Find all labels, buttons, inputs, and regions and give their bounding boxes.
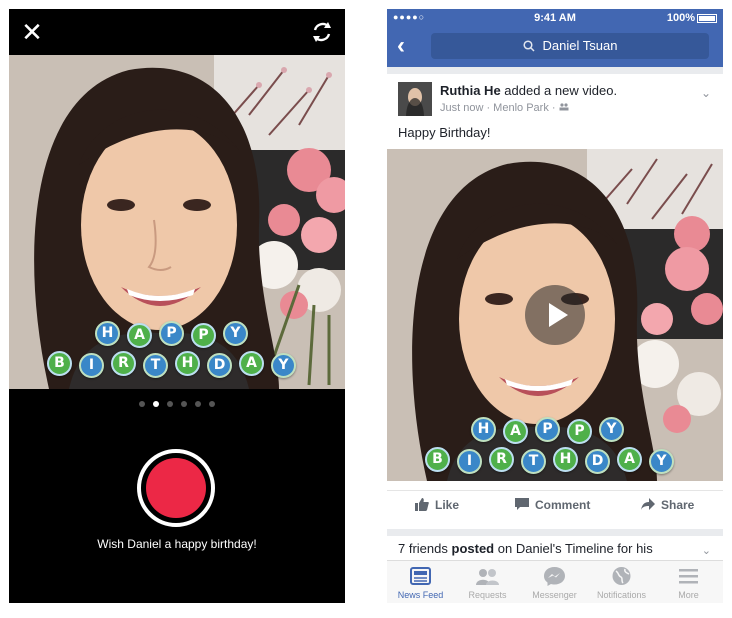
comment-button[interactable]: Comment	[515, 498, 590, 512]
share-button[interactable]: Share	[641, 498, 694, 512]
battery-icon	[697, 14, 717, 23]
letter-bubble: A	[503, 419, 528, 444]
letter-bubble: A	[617, 447, 642, 472]
play-icon[interactable]	[525, 285, 585, 345]
letter-bubble: Y	[649, 449, 674, 474]
camera-screen: ✕ H A P P Y B I R T H D A Y Wish Daniel …	[9, 9, 345, 603]
friends-rest: on Daniel's Timeline for his	[497, 541, 653, 556]
story-chevron-icon[interactable]: ⌄	[702, 544, 711, 557]
camera-caption: Wish Daniel a happy birthday!	[97, 537, 257, 551]
post-meta: Just now · Menlo Park ·	[440, 102, 569, 114]
record-button[interactable]	[137, 449, 215, 527]
search-icon	[522, 40, 535, 52]
tab-label: News Feed	[397, 590, 444, 600]
letter-bubble: Y	[599, 417, 624, 442]
search-value: Daniel Tsuan	[542, 38, 618, 53]
post-options-chevron-icon[interactable]: ⌄	[701, 86, 711, 100]
globe-icon	[612, 567, 631, 585]
letter-bubble: T	[521, 449, 546, 474]
letter-bubble: A	[239, 351, 264, 376]
feed-post: Ruthia He added a new video. Just now · …	[387, 74, 723, 529]
letter-bubble: D	[207, 353, 232, 378]
thumbs-up-icon	[415, 498, 429, 511]
letter-bubble: I	[457, 449, 482, 474]
news-feed-icon	[410, 567, 431, 585]
letter-bubble: H	[471, 417, 496, 442]
letter-bubble: P	[535, 417, 560, 442]
letter-bubble: P	[191, 323, 216, 348]
tab-label: Notifications	[596, 590, 647, 600]
letter-bubble: D	[585, 449, 610, 474]
avatar-image	[398, 82, 432, 116]
post-actions: Like Comment Share	[387, 490, 723, 522]
record-button-fill	[146, 458, 206, 518]
letter-bubble: B	[425, 447, 450, 472]
comment-icon	[515, 498, 529, 510]
letter-bubble: T	[143, 353, 168, 378]
page-dot	[181, 401, 187, 407]
letter-bubble: P	[159, 321, 184, 346]
camera-topbar: ✕	[9, 9, 345, 55]
tab-notifications[interactable]: Notifications	[588, 565, 655, 600]
tab-messenger[interactable]: Messenger	[521, 565, 588, 600]
letter-bubble: P	[567, 419, 592, 444]
letter-bubble: Y	[271, 353, 296, 378]
like-button[interactable]: Like	[415, 498, 459, 512]
letter-bubble: I	[79, 353, 104, 378]
tab-label: Requests	[468, 590, 507, 600]
tab-news-feed[interactable]: News Feed	[387, 565, 454, 600]
letter-bubble: H	[553, 447, 578, 472]
comment-label: Comment	[535, 498, 591, 512]
letter-bubble: B	[47, 351, 72, 376]
page-dot	[167, 401, 173, 407]
post-meta-text: Just now · Menlo Park ·	[440, 102, 559, 114]
post-video[interactable]: HAPPYBIRTHDAY	[387, 149, 723, 481]
filter-page-dots[interactable]	[9, 401, 345, 407]
camera-preview: HAPPYBIRTHDAY	[9, 55, 345, 389]
share-label: Share	[661, 498, 695, 512]
messenger-icon	[544, 567, 565, 586]
post-action: added a new video.	[504, 83, 618, 98]
close-icon[interactable]: ✕	[19, 19, 45, 45]
page-dot	[195, 401, 201, 407]
page-dot	[139, 401, 145, 407]
friends-count: 7 friends	[398, 541, 448, 556]
tab-label: More	[678, 590, 699, 600]
author-name[interactable]: Ruthia He	[440, 83, 501, 98]
like-label: Like	[435, 498, 460, 512]
letter-bubble: R	[111, 351, 136, 376]
back-chevron-icon[interactable]: ‹	[397, 33, 405, 59]
letter-bubble: H	[175, 351, 200, 376]
switch-camera-icon[interactable]	[309, 19, 335, 45]
share-arrow-icon	[641, 498, 655, 510]
menu-icon	[679, 569, 698, 584]
bottom-tab-bar: News Feed Requests Messenger Notificatio…	[387, 560, 723, 603]
news-feed-screen: ●●●●○ 9:41 AM 100% ‹ Daniel Tsuan Ruthia…	[387, 9, 723, 603]
author-avatar[interactable]	[398, 82, 432, 116]
top-navbar: ‹ Daniel Tsuan	[387, 27, 723, 67]
post-headline: Ruthia He added a new video.	[440, 83, 617, 98]
page-dot	[153, 401, 159, 407]
letter-bubble: R	[489, 447, 514, 472]
friend-requests-icon	[476, 569, 499, 585]
battery-percent: 100%	[666, 12, 695, 24]
letter-bubble: A	[127, 323, 152, 348]
friends-audience-icon	[559, 103, 569, 111]
letter-bubble: Y	[223, 321, 248, 346]
post-text: Happy Birthday!	[398, 125, 491, 140]
friends-verb: posted	[451, 541, 495, 556]
page-dot	[209, 401, 215, 407]
tab-label: Messenger	[532, 590, 577, 600]
status-bar: ●●●●○ 9:41 AM 100%	[387, 9, 723, 27]
friends-story[interactable]: 7 friends posted on Daniel's Timeline fo…	[387, 536, 723, 560]
letter-bubble: H	[95, 321, 120, 346]
search-field[interactable]: Daniel Tsuan	[431, 33, 709, 59]
tab-requests[interactable]: Requests	[454, 565, 521, 600]
tab-more[interactable]: More	[655, 565, 722, 600]
